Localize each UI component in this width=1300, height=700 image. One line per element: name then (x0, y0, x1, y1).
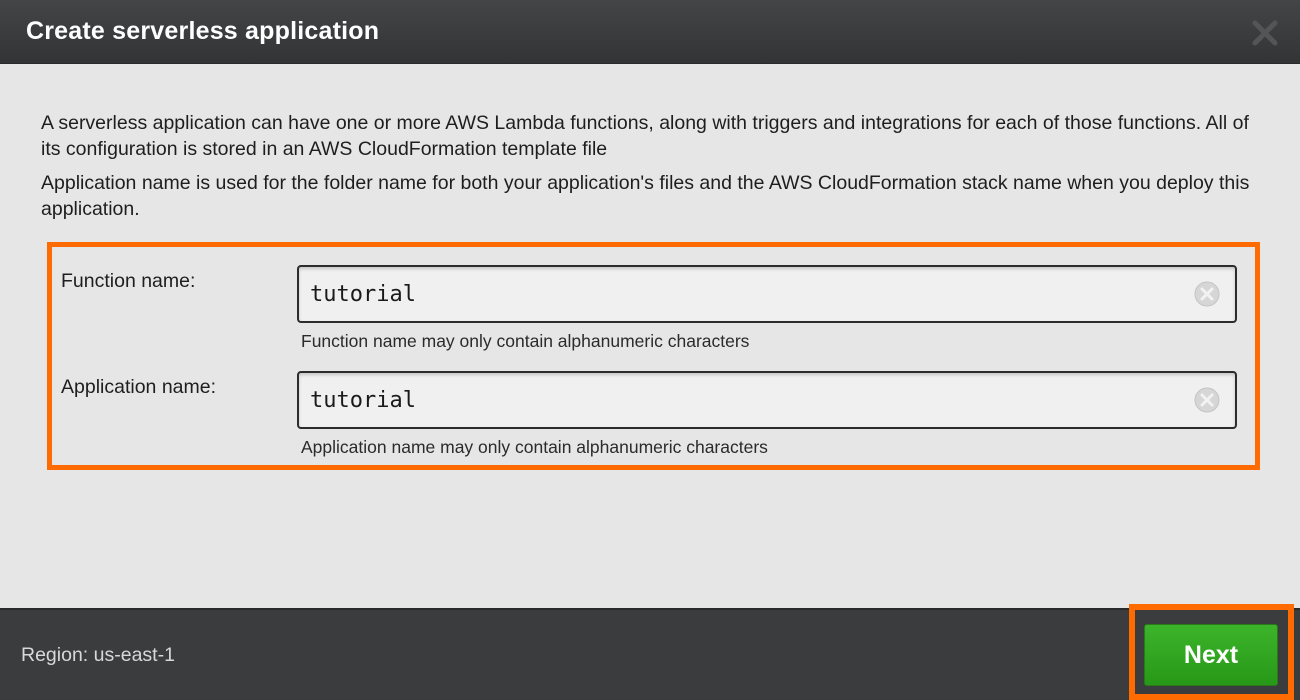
function-name-label: Function name: (61, 270, 196, 292)
application-name-label: Application name: (61, 376, 217, 398)
clear-function-name-icon[interactable] (1193, 280, 1221, 308)
application-name-input[interactable] (297, 371, 1237, 429)
create-serverless-app-dialog: Create serverless application A serverle… (0, 0, 1300, 700)
dialog-titlebar: Create serverless application (0, 0, 1300, 64)
clear-application-name-icon[interactable] (1193, 386, 1221, 414)
description-paragraph-1: A serverless application can have one or… (41, 112, 1249, 160)
application-name-hint: Application name may only contain alphan… (301, 437, 768, 457)
dialog-footer: Region: us-east-1 Next (0, 604, 1300, 700)
function-name-input[interactable] (297, 265, 1237, 323)
next-button[interactable]: Next (1144, 624, 1278, 686)
region-label: Region: us-east-1 (21, 644, 175, 666)
description-paragraph-2: Application name is used for the folder … (41, 172, 1250, 220)
dialog-title: Create serverless application (26, 17, 380, 45)
close-icon[interactable] (1250, 18, 1280, 48)
function-name-hint: Function name may only contain alphanume… (301, 331, 750, 351)
